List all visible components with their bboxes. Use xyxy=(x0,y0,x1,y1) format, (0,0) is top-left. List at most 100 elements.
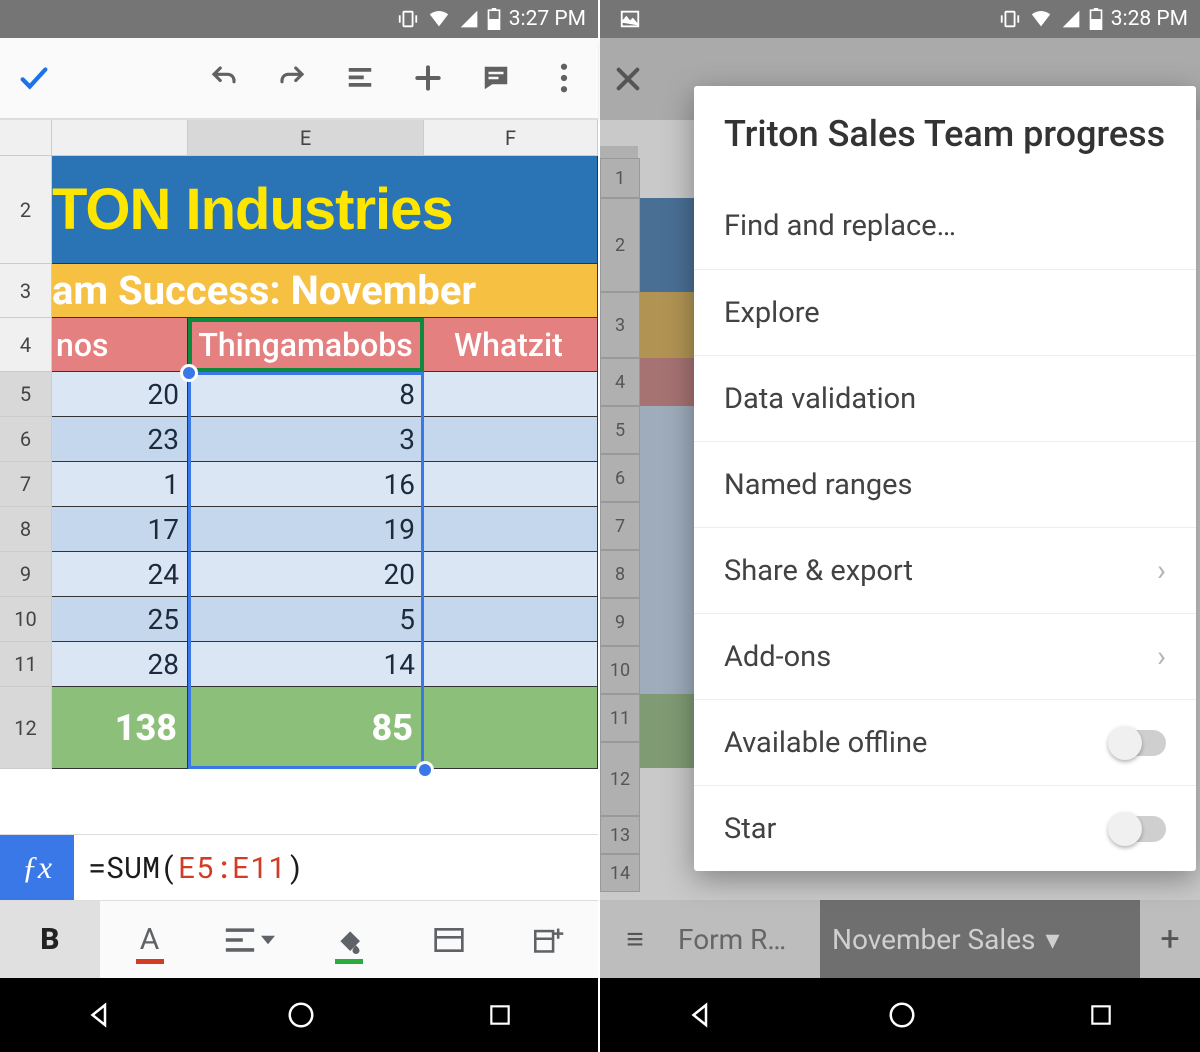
menu-named-ranges[interactable]: Named ranges xyxy=(694,441,1196,527)
cell-format-button[interactable] xyxy=(399,901,499,978)
row-header[interactable]: 4 xyxy=(0,318,52,372)
home-button[interactable] xyxy=(887,1000,917,1030)
cell[interactable]: 20 xyxy=(52,372,188,417)
row-header: 13 xyxy=(600,816,640,854)
cell[interactable] xyxy=(424,462,598,507)
row-header: 3 xyxy=(600,292,640,358)
status-time: 3:28 PM xyxy=(1111,7,1188,31)
subtitle-banner[interactable]: am Success: November xyxy=(52,264,598,318)
select-all-corner[interactable] xyxy=(0,120,52,156)
menu-explore[interactable]: Explore xyxy=(694,269,1196,355)
insert-cells-button[interactable] xyxy=(498,901,598,978)
fx-icon[interactable]: ƒx xyxy=(0,835,74,901)
total-cell-d[interactable]: 138 xyxy=(52,687,188,769)
column-header-e[interactable]: Thingamabobs xyxy=(188,318,424,372)
cell[interactable]: 14 xyxy=(188,642,424,687)
phone-left: 3:27 PM E F xyxy=(0,0,600,1052)
cell[interactable] xyxy=(424,372,598,417)
row-header: 2 xyxy=(600,198,640,292)
back-button[interactable] xyxy=(85,1000,115,1030)
row-header[interactable]: 10 xyxy=(0,597,52,642)
column-header-f[interactable]: Whatzit xyxy=(424,318,598,372)
cell[interactable] xyxy=(424,417,598,462)
cell[interactable] xyxy=(424,642,598,687)
overflow-button[interactable] xyxy=(530,37,598,119)
sheets-menu-button[interactable]: ≡ xyxy=(600,922,670,957)
cell[interactable]: 3 xyxy=(188,417,424,462)
format-button[interactable] xyxy=(326,37,394,119)
col-header-e[interactable]: E xyxy=(188,120,424,156)
row-header: 7 xyxy=(600,502,640,550)
menu-data-validation[interactable]: Data validation xyxy=(694,355,1196,441)
back-button[interactable] xyxy=(686,1000,716,1030)
text-color-swatch xyxy=(136,959,164,964)
row-header[interactable]: 8 xyxy=(0,507,52,552)
row-header[interactable]: 12 xyxy=(0,687,52,769)
sheet-tab-form[interactable]: Form R… xyxy=(670,923,820,956)
row-header: 8 xyxy=(600,550,640,598)
add-sheet-button[interactable]: + xyxy=(1140,919,1200,959)
status-bar: 3:27 PM xyxy=(0,0,598,38)
bold-button[interactable]: B xyxy=(0,901,100,978)
cell[interactable]: 8 xyxy=(188,372,424,417)
column-header-d[interactable]: nos xyxy=(52,318,188,372)
text-color-button[interactable]: A xyxy=(100,901,200,978)
menu-available-offline[interactable]: Available offline xyxy=(694,699,1196,785)
total-cell-e[interactable]: 85 xyxy=(188,687,424,769)
undo-button[interactable] xyxy=(190,37,258,119)
accept-button[interactable] xyxy=(0,37,68,119)
offline-toggle[interactable] xyxy=(1110,730,1166,756)
redo-button[interactable] xyxy=(258,37,326,119)
cell[interactable]: 20 xyxy=(188,552,424,597)
cell[interactable]: 16 xyxy=(188,462,424,507)
cell[interactable]: 17 xyxy=(52,507,188,552)
close-button[interactable] xyxy=(612,63,644,95)
cell[interactable] xyxy=(424,552,598,597)
align-button[interactable] xyxy=(199,901,299,978)
row-header[interactable]: 2 xyxy=(0,156,52,264)
star-toggle[interactable] xyxy=(1110,816,1166,842)
cell[interactable]: 19 xyxy=(188,507,424,552)
comment-button[interactable] xyxy=(462,37,530,119)
row-header[interactable]: 5 xyxy=(0,372,52,417)
cell[interactable] xyxy=(424,597,598,642)
row-header[interactable]: 3 xyxy=(0,264,52,318)
row-header: 14 xyxy=(600,854,640,892)
recents-button[interactable] xyxy=(1088,1002,1114,1028)
row-header: 1 xyxy=(600,158,640,198)
row-header: 12 xyxy=(600,742,640,816)
total-cell-f[interactable] xyxy=(424,687,598,769)
formula-input[interactable]: =SUM(E5:E11) xyxy=(74,848,304,887)
cell[interactable]: 25 xyxy=(52,597,188,642)
home-button[interactable] xyxy=(286,1000,316,1030)
menu-star[interactable]: Star xyxy=(694,785,1196,871)
row-header[interactable]: 7 xyxy=(0,462,52,507)
cell-icon xyxy=(459,9,479,29)
sheet-tab-november[interactable]: November Sales ▾ xyxy=(820,900,1140,978)
col-header-f[interactable]: F xyxy=(424,120,598,156)
menu-find-replace[interactable]: Find and replace… xyxy=(694,183,1196,269)
row-header[interactable]: 11 xyxy=(0,642,52,687)
row-header[interactable]: 6 xyxy=(0,417,52,462)
menu-share-export[interactable]: Share & export › xyxy=(694,527,1196,613)
menu-addons[interactable]: Add-ons › xyxy=(694,613,1196,699)
row-header: 9 xyxy=(600,598,640,646)
cell[interactable] xyxy=(424,507,598,552)
fill-color-button[interactable] xyxy=(299,901,399,978)
title-banner[interactable]: TON Industries xyxy=(52,156,598,264)
insert-button[interactable] xyxy=(394,37,462,119)
recents-button[interactable] xyxy=(487,1002,513,1028)
vibrate-icon xyxy=(397,8,419,30)
row-header: 10 xyxy=(600,646,640,694)
row-header: 5 xyxy=(600,406,640,454)
cell[interactable]: 5 xyxy=(188,597,424,642)
cell[interactable]: 23 xyxy=(52,417,188,462)
wifi-icon xyxy=(427,8,451,30)
cell[interactable]: 1 xyxy=(52,462,188,507)
row-header[interactable]: 9 xyxy=(0,552,52,597)
format-toolbar: B A xyxy=(0,900,598,978)
spreadsheet-grid[interactable]: E F 2 TON Industries 3 am Success: Novem… xyxy=(0,120,598,834)
cell[interactable]: 28 xyxy=(52,642,188,687)
formula-bar: ƒx =SUM(E5:E11) xyxy=(0,834,598,900)
cell[interactable]: 24 xyxy=(52,552,188,597)
